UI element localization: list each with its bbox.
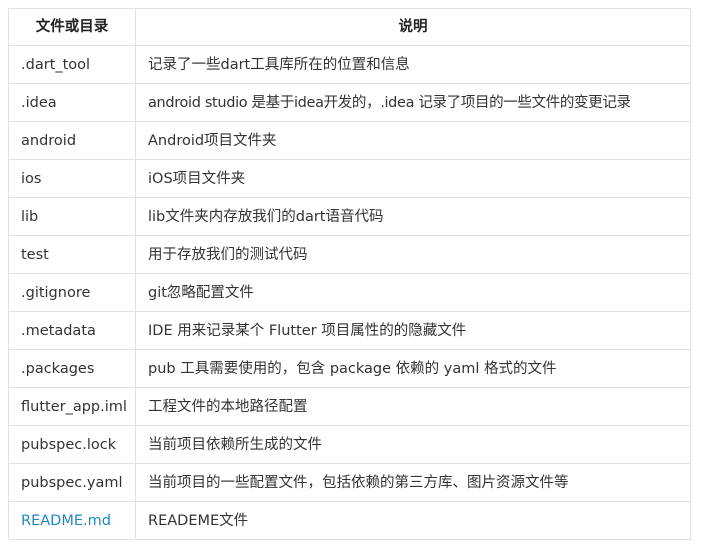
cell-name: ios: [8, 159, 136, 198]
cell-name: pubspec.yaml: [8, 463, 136, 502]
table-row: lib lib文件夹内存放我们的dart语音代码: [8, 197, 691, 236]
cell-name: android: [8, 121, 136, 160]
cell-desc: lib文件夹内存放我们的dart语音代码: [135, 197, 691, 236]
cell-name: .gitignore: [8, 273, 136, 312]
header-file-or-dir: 文件或目录: [8, 8, 136, 46]
table-row: .idea android studio 是基于idea开发的，.idea 记录…: [8, 83, 691, 122]
cell-desc: iOS项目文件夹: [135, 159, 691, 198]
cell-desc: android studio 是基于idea开发的，.idea 记录了项目的一些…: [135, 83, 691, 122]
cell-name: test: [8, 235, 136, 274]
cell-desc: READEME文件: [135, 501, 691, 540]
cell-name: .idea: [8, 83, 136, 122]
table-row: .packages pub 工具需要使用的，包含 package 依赖的 yam…: [8, 349, 691, 388]
readme-link[interactable]: README.md: [21, 513, 111, 529]
table-row: .dart_tool 记录了一些dart工具库所在的位置和信息: [8, 45, 691, 84]
cell-desc: 记录了一些dart工具库所在的位置和信息: [135, 45, 691, 84]
cell-desc: git忽略配置文件: [135, 273, 691, 312]
table-row: flutter_app.iml 工程文件的本地路径配置: [8, 387, 691, 426]
cell-name-link: README.md: [8, 501, 136, 540]
cell-desc: IDE 用来记录某个 Flutter 项目属性的的隐藏文件: [135, 311, 691, 350]
cell-name: flutter_app.iml: [8, 387, 136, 426]
table-row: pubspec.yaml 当前项目的一些配置文件，包括依赖的第三方库、图片资源文…: [8, 463, 691, 502]
cell-name: lib: [8, 197, 136, 236]
table-row: test 用于存放我们的测试代码: [8, 235, 691, 274]
cell-desc: 用于存放我们的测试代码: [135, 235, 691, 274]
table-row: pubspec.lock 当前项目依赖所生成的文件: [8, 425, 691, 464]
cell-desc: 当前项目依赖所生成的文件: [135, 425, 691, 464]
cell-name: .metadata: [8, 311, 136, 350]
cell-desc: 工程文件的本地路径配置: [135, 387, 691, 426]
cell-name: .packages: [8, 349, 136, 388]
table-row: .gitignore git忽略配置文件: [8, 273, 691, 312]
cell-desc: 当前项目的一些配置文件，包括依赖的第三方库、图片资源文件等: [135, 463, 691, 502]
cell-desc: Android项目文件夹: [135, 121, 691, 160]
file-structure-table: 文件或目录 说明 .dart_tool 记录了一些dart工具库所在的位置和信息…: [8, 8, 691, 540]
file-structure-table-container: 文件或目录 说明 .dart_tool 记录了一些dart工具库所在的位置和信息…: [8, 8, 691, 540]
table-row: .metadata IDE 用来记录某个 Flutter 项目属性的的隐藏文件: [8, 311, 691, 350]
header-description: 说明: [135, 8, 691, 46]
table-body: .dart_tool 记录了一些dart工具库所在的位置和信息 .idea an…: [8, 45, 691, 540]
cell-name: pubspec.lock: [8, 425, 136, 464]
table-row: ios iOS项目文件夹: [8, 159, 691, 198]
table-row: android Android项目文件夹: [8, 121, 691, 160]
cell-desc: pub 工具需要使用的，包含 package 依赖的 yaml 格式的文件: [135, 349, 691, 388]
cell-name: .dart_tool: [8, 45, 136, 84]
table-row: README.md READEME文件: [8, 501, 691, 540]
header-row: 文件或目录 说明: [8, 8, 691, 46]
table-header: 文件或目录 说明: [8, 8, 691, 46]
